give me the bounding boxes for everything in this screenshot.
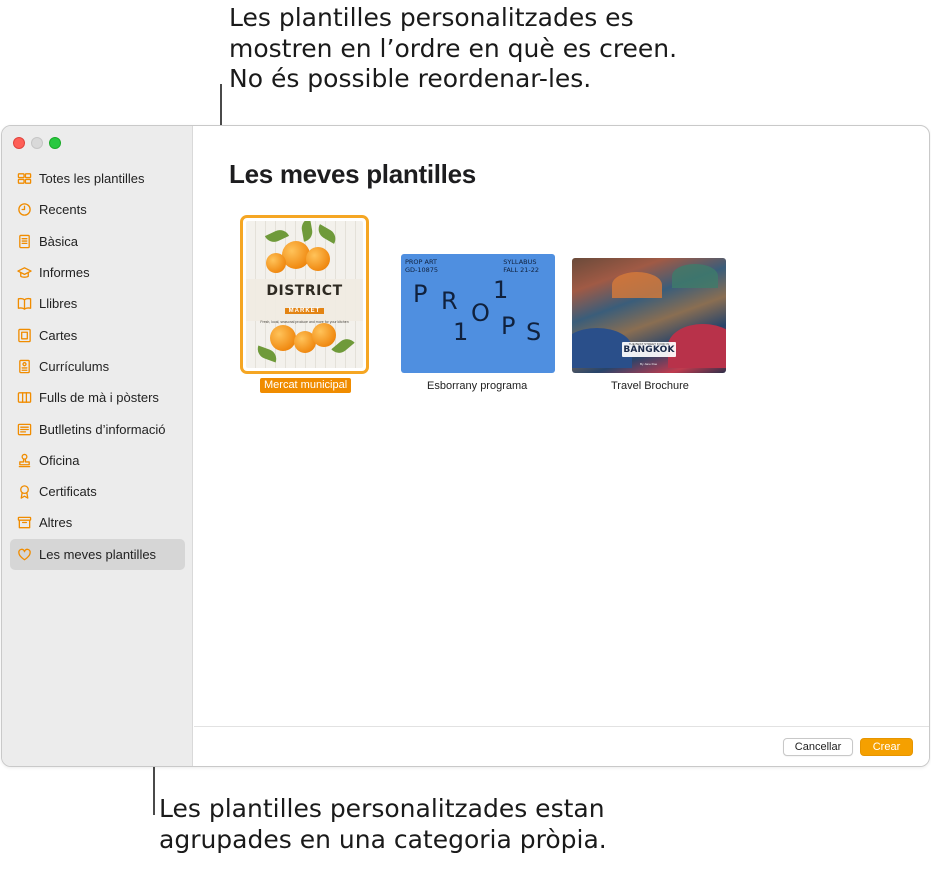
orange-fruit xyxy=(306,247,330,271)
clock-icon xyxy=(16,202,32,218)
cancel-button[interactable]: Cancellar xyxy=(783,738,853,756)
sidebar-item-label: Les meves plantilles xyxy=(39,546,157,562)
sidebar-item-label: Recents xyxy=(39,202,87,218)
sidebar-item-label: Informes xyxy=(39,265,90,281)
sidebar-item-label: Fulls de mà i pòsters xyxy=(39,390,159,406)
sidebar-item-label: Totes les plantilles xyxy=(39,171,145,187)
leaf-decoration xyxy=(300,221,314,242)
callout-top-text: Les plantilles personalitzades es mostre… xyxy=(229,3,678,93)
template-chooser-window: Totes les plantilles Recents Bàsica Info… xyxy=(1,125,930,767)
dialog-footer: Cancellar Crear xyxy=(194,726,929,766)
sidebar-item-books[interactable]: Llibres xyxy=(10,288,185,319)
thumb-term: SYLLABUS FALL 21-22 xyxy=(503,258,539,274)
stamp-icon xyxy=(16,452,32,468)
thumb-tagline: Fresh, local, seasonal produce and more … xyxy=(260,320,349,324)
sidebar-item-all-templates[interactable]: Totes les plantilles xyxy=(10,163,185,194)
thumb-letter: P xyxy=(413,280,428,308)
sidebar-item-my-templates[interactable]: Les meves plantilles xyxy=(10,538,185,570)
umbrella-decoration xyxy=(672,264,718,288)
thumb-byline: By Jane Doe xyxy=(640,362,658,366)
heart-icon xyxy=(16,546,32,562)
template-label[interactable]: Travel Brochure xyxy=(611,380,689,392)
sidebar-item-label: Currículums xyxy=(39,358,110,374)
thumb-letter: S xyxy=(526,318,542,346)
sidebar-item-label: Oficina xyxy=(39,452,80,468)
umbrella-decoration xyxy=(668,324,726,368)
sidebar-item-newsletters[interactable]: Butlletins d’informació xyxy=(10,413,185,444)
zoom-window-button[interactable] xyxy=(49,137,61,149)
grid-icon xyxy=(16,171,32,187)
window-controls xyxy=(13,137,61,149)
sidebar-item-basic[interactable]: Bàsica xyxy=(10,226,185,257)
thumb-title-box: THE BEST STREET FOOD IN BANGKOK xyxy=(622,342,676,357)
archive-box-icon xyxy=(16,515,32,531)
close-window-button[interactable] xyxy=(13,137,25,149)
category-list: Totes les plantilles Recents Bàsica Info… xyxy=(10,163,185,570)
document-icon xyxy=(16,233,32,249)
umbrella-decoration xyxy=(612,272,662,298)
sidebar-item-certificates[interactable]: Certificats xyxy=(10,476,185,507)
sidebar-item-recents[interactable]: Recents xyxy=(10,194,185,225)
thumb-title: DISTRICT xyxy=(266,283,343,299)
create-button[interactable]: Crear xyxy=(860,738,913,756)
template-label[interactable]: Esborrany programa xyxy=(427,380,527,392)
sidebar-item-resumes[interactable]: Currículums xyxy=(10,351,185,382)
resume-icon xyxy=(16,358,32,374)
poster-icon xyxy=(16,390,32,406)
sidebar-item-flyers-posters[interactable]: Fulls de mà i pòsters xyxy=(10,382,185,413)
newsletter-icon xyxy=(16,421,32,437)
sidebar-item-letters[interactable]: Cartes xyxy=(10,319,185,350)
thumb-course-code: PROP ART GD-10875 xyxy=(405,258,439,274)
thumb-letter: R xyxy=(441,287,458,315)
sidebar-item-reports[interactable]: Informes xyxy=(10,257,185,288)
graduation-cap-icon xyxy=(16,265,32,281)
letter-icon xyxy=(16,327,32,343)
orange-fruit xyxy=(312,323,336,347)
sidebar-item-others[interactable]: Altres xyxy=(10,507,185,538)
template-label[interactable]: Mercat municipal xyxy=(260,378,352,393)
thumb-letter: 1 xyxy=(493,276,509,304)
template-thumbnail[interactable]: PROP ART GD-10875 SYLLABUS FALL 21-22 P … xyxy=(401,254,555,373)
orange-fruit xyxy=(266,253,286,273)
template-thumbnail[interactable]: DISTRICT MARKET Fresh, local, seasonal p… xyxy=(246,221,363,368)
sidebar: Totes les plantilles Recents Bàsica Info… xyxy=(2,126,193,766)
ribbon-icon xyxy=(16,484,32,500)
sidebar-item-label: Cartes xyxy=(39,327,78,343)
template-thumbnail[interactable]: THE BEST STREET FOOD IN BANGKOK By Jane … xyxy=(572,258,726,373)
sidebar-item-label: Certificats xyxy=(39,484,97,500)
sidebar-item-label: Bàsica xyxy=(39,233,79,249)
sidebar-item-label: Llibres xyxy=(39,296,78,312)
thumb-title: BANGKOK xyxy=(623,345,675,355)
sidebar-item-label: Altres xyxy=(39,515,73,531)
template-gallery: Les meves plantilles DISTRICT MARKET Fre… xyxy=(194,126,929,766)
thumb-letter: 1 xyxy=(453,318,469,346)
leaf-decoration xyxy=(314,224,340,244)
callout-bottom-text: Les plantilles personalitzades estan agr… xyxy=(159,794,607,854)
orange-fruit xyxy=(270,325,296,351)
book-icon xyxy=(16,296,32,312)
sidebar-item-office[interactable]: Oficina xyxy=(10,445,185,476)
thumb-letter: P xyxy=(501,312,516,340)
title-band: DISTRICT MARKET Fresh, local, seasonal p… xyxy=(246,279,363,324)
thumb-subtitle: MARKET xyxy=(284,308,325,314)
sidebar-item-label: Butlletins d’informació xyxy=(39,421,166,437)
page-title: Les meves plantilles xyxy=(229,159,476,189)
leaf-decoration xyxy=(264,226,290,246)
minimize-window-button[interactable] xyxy=(31,137,43,149)
